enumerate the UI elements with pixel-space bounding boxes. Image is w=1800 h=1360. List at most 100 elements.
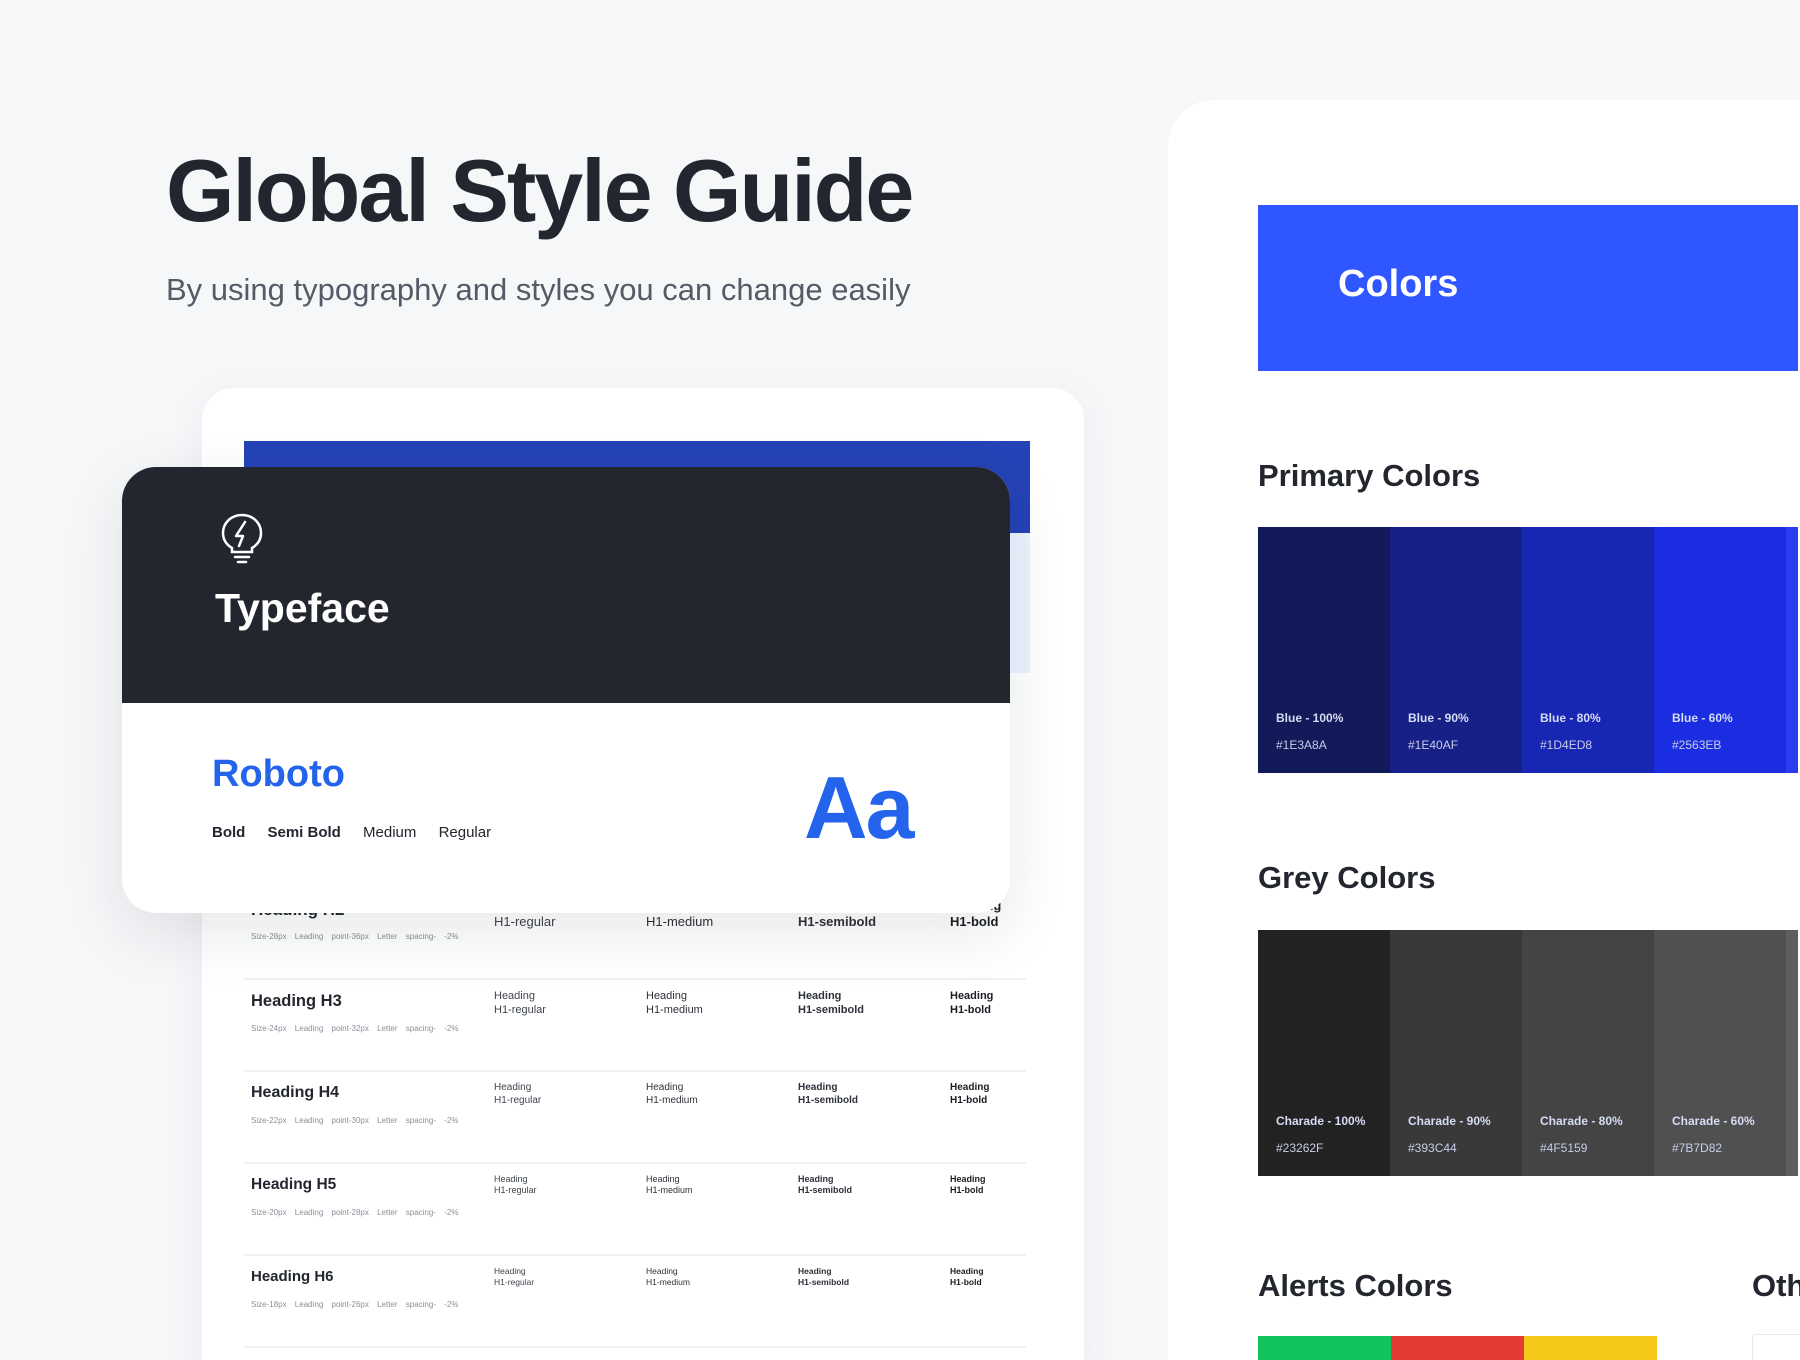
primary-swatch: Blue - 80% #1D4ED8 xyxy=(1522,527,1654,773)
row-heading-meta: Size-20px Leading point-28px Letter spac… xyxy=(251,1208,459,1217)
primary-swatch-partial xyxy=(1786,527,1798,773)
colors-title: Colors xyxy=(1338,263,1459,305)
variant-semibold: HeadingH1-semibold xyxy=(798,990,864,1018)
colors-panel: Colors Primary Colors Blue - 100% #1E3A8A… xyxy=(1168,100,1800,1360)
variant-line: H1-medium xyxy=(646,1094,698,1106)
swatch-hex: #1D4ED8 xyxy=(1540,738,1593,752)
variant-bold: HeadingH1-bold xyxy=(950,1266,984,1287)
swatch-name: Charade - 90% xyxy=(1408,1114,1491,1128)
grey-swatch-partial xyxy=(1786,930,1798,1176)
swatch-hex: #7B7D82 xyxy=(1672,1141,1723,1155)
font-weights: Bold Semi Bold Medium Regular xyxy=(212,824,509,841)
variant-regular: HeadingH1-regular xyxy=(494,1082,541,1107)
swatch-hex: #4F5159 xyxy=(1540,1141,1588,1155)
primary-colors-title: Primary Colors xyxy=(1258,458,1481,493)
variant-line: H1-bold xyxy=(950,914,999,930)
swatch-name: Charade - 100% xyxy=(1276,1114,1366,1128)
primary-swatch: Blue - 90% #1E40AF xyxy=(1390,527,1522,773)
variant-line: Heading xyxy=(798,1174,834,1184)
grey-swatches: Charade - 100% #23262F Charade - 90% #393C4… xyxy=(1258,930,1798,1176)
variant-line: H1-bold xyxy=(950,1276,982,1287)
grey-swatch: Charade - 60% #7B7D82 xyxy=(1654,930,1786,1176)
variant-line: H1-semibold xyxy=(798,914,877,930)
variant-line: Heading xyxy=(646,1082,684,1093)
variant-line: Heading xyxy=(950,1174,986,1184)
swatch-hex: #1E3A8A xyxy=(1276,738,1327,752)
grey-swatch: Charade - 80% #4F5159 xyxy=(1522,930,1654,1176)
row-heading-meta: Size-28px Leading point-36px Letter spac… xyxy=(251,932,459,941)
alert-swatches xyxy=(1258,1336,1658,1360)
swatch-hex: #393C44 xyxy=(1408,1141,1457,1155)
typeface-card-header: Typeface xyxy=(122,467,1010,703)
variant-line: Heading xyxy=(494,1174,528,1184)
variant-semibold: HeadingH1-semibold xyxy=(798,1082,858,1107)
variant-line: H1-regular xyxy=(494,1276,535,1287)
variant-line: H1-semibold xyxy=(798,1094,859,1106)
swatch-name: Charade - 80% xyxy=(1540,1114,1623,1128)
other-colors-title: Oth xyxy=(1752,1268,1800,1303)
typeface-card: Typeface Roboto Bold Semi Bold Medium Re… xyxy=(122,467,1010,913)
colors-banner: Colors xyxy=(1258,205,1798,371)
row-heading-name: Heading H5 xyxy=(251,1176,337,1193)
alert-swatch xyxy=(1391,1336,1524,1360)
variant-bold: HeadingH1-bold xyxy=(950,1082,989,1107)
variant-regular: HeadingH1-regular xyxy=(494,990,546,1018)
variant-line: Heading xyxy=(950,1266,984,1276)
variant-line: Heading xyxy=(950,1082,990,1093)
variant-medium: HeadingH1-medium xyxy=(646,1082,698,1107)
variant-line: Heading xyxy=(798,1266,832,1276)
variant-medium: HeadingH1-medium xyxy=(646,1174,693,1197)
lightbulb-icon xyxy=(221,513,263,564)
variant-line: H1-semibold xyxy=(798,1276,850,1287)
variant-semibold: HeadingH1-semibold xyxy=(798,1266,849,1287)
variant-line: Heading xyxy=(798,1082,838,1093)
variant-line: Heading xyxy=(494,990,535,1002)
typography-rows: Heading H2Size-28px Leading point-36px L… xyxy=(244,888,1026,1348)
variant-medium: HeadingH1-medium xyxy=(646,1266,690,1287)
swatch-name: Blue - 80% xyxy=(1540,711,1601,725)
swatch-name: Blue - 90% xyxy=(1408,711,1469,725)
typography-row: Heading H5 Size-20px Leading point-28px L… xyxy=(244,1164,1026,1256)
grey-colors-title: Grey Colors xyxy=(1258,860,1436,895)
other-swatch xyxy=(1752,1334,1800,1360)
variant-line: Heading xyxy=(494,1266,526,1276)
variant-line: H1-medium xyxy=(646,1276,690,1287)
weight-regular: Regular xyxy=(438,824,492,841)
page-subtitle: By using typography and styles you can c… xyxy=(166,272,911,307)
primary-swatch: Blue - 60% #2563EB xyxy=(1654,527,1786,773)
grey-swatch: Charade - 100% #23262F xyxy=(1258,930,1390,1176)
swatch-hex: #2563EB xyxy=(1672,738,1722,752)
typeface-title: Typeface xyxy=(215,585,390,631)
alert-swatch xyxy=(1258,1336,1391,1360)
variant-line: H1-medium xyxy=(646,914,714,930)
row-heading-meta: Size-24px Leading point-32px Letter spac… xyxy=(251,1024,459,1033)
variant-line: H1-bold xyxy=(950,1185,984,1196)
variant-line: Heading xyxy=(646,1266,678,1276)
typography-row: Heading H4 Size-22px Leading point-30px L… xyxy=(244,1072,1026,1164)
row-heading-meta: Size-18px Leading point-26px Letter spac… xyxy=(251,1300,459,1309)
swatch-name: Charade - 60% xyxy=(1672,1114,1755,1128)
weight-bold: Bold xyxy=(212,824,246,841)
grey-swatch: Charade - 90% #393C44 xyxy=(1390,930,1522,1176)
variant-line: Heading xyxy=(798,990,842,1002)
variant-bold: HeadingH1-bold xyxy=(950,990,993,1018)
typography-row: Heading H3 Size-24px Leading point-32px L… xyxy=(244,980,1026,1072)
variant-line: H1-regular xyxy=(494,1094,542,1106)
font-sample: Aa xyxy=(804,758,914,857)
font-name: Roboto xyxy=(212,753,345,795)
swatch-hex: #23262F xyxy=(1276,1141,1324,1155)
variant-line: Heading xyxy=(646,1174,680,1184)
variant-line: H1-medium xyxy=(646,1185,693,1196)
primary-swatches: Blue - 100% #1E3A8A Blue - 90% #1E40AF Blue … xyxy=(1258,527,1798,773)
alerts-colors-title: Alerts Colors xyxy=(1258,1268,1453,1303)
variant-line: H1-regular xyxy=(494,1185,537,1196)
weight-semibold: Semi Bold xyxy=(267,824,341,841)
page-title: Global Style Guide xyxy=(166,141,914,240)
swatch-name: Blue - 100% xyxy=(1276,711,1344,725)
row-heading-name: Heading H6 xyxy=(251,1268,334,1285)
variant-line: H1-regular xyxy=(494,914,556,930)
variant-regular: HeadingH1-regular xyxy=(494,1266,534,1287)
variant-line: H1-regular xyxy=(494,1003,546,1016)
row-heading-name: Heading H4 xyxy=(251,1084,340,1101)
weight-medium: Medium xyxy=(363,824,417,841)
